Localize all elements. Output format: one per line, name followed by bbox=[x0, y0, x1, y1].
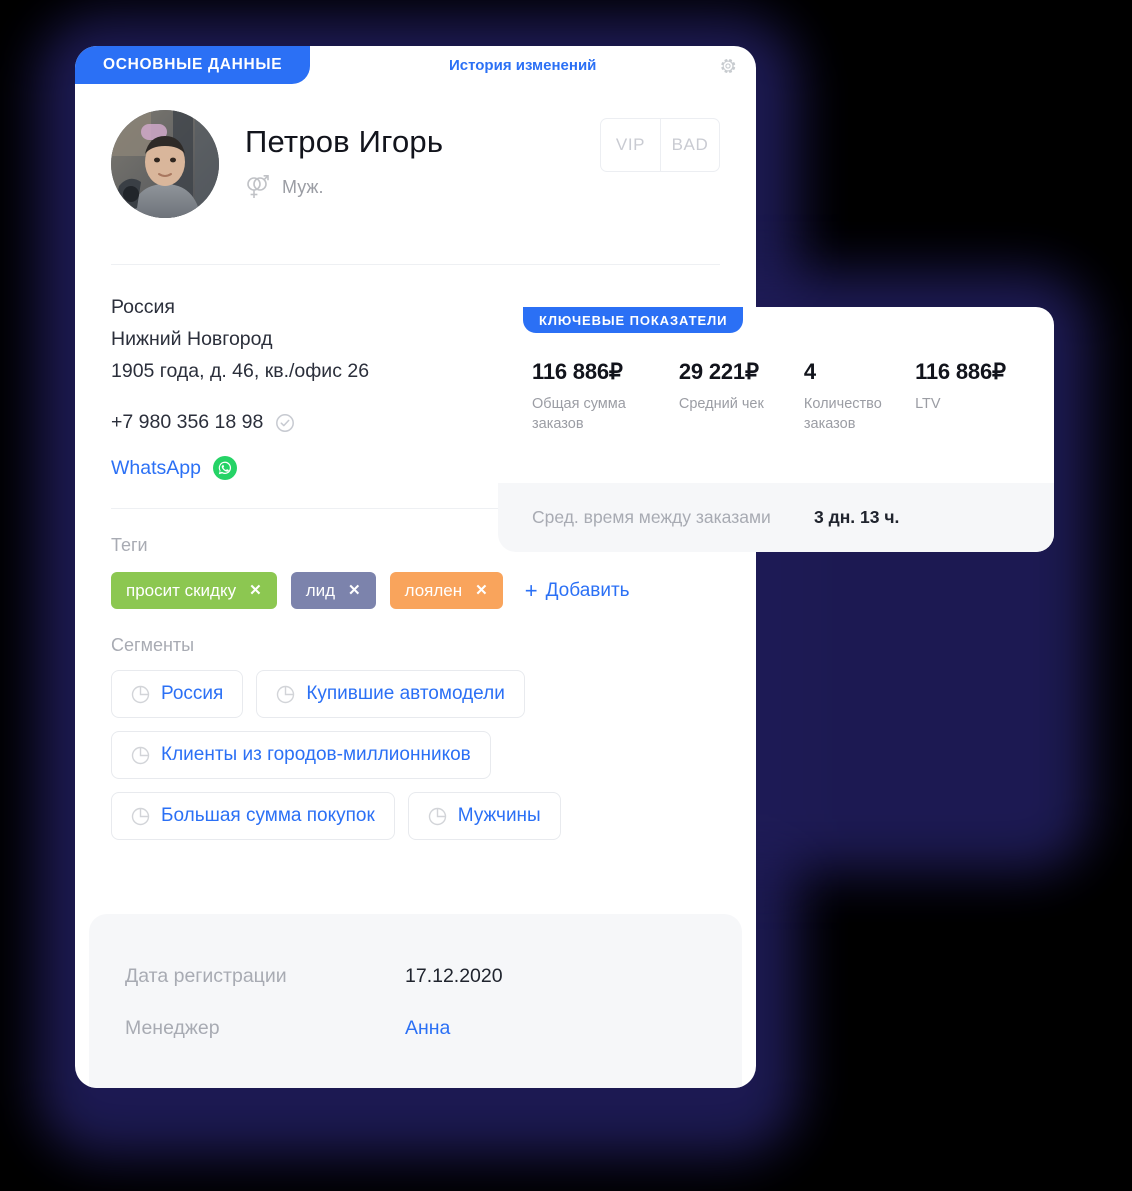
meta-key: Менеджер bbox=[125, 1016, 220, 1039]
tag-label: просит скидку bbox=[126, 580, 237, 600]
meta-row-manager: Менеджер Анна bbox=[89, 1002, 742, 1054]
segment-chip[interactable]: Клиенты из городов-миллионников bbox=[111, 731, 491, 779]
tag-label: лид bbox=[305, 580, 336, 600]
add-tag-label: Добавить bbox=[545, 579, 630, 601]
avatar bbox=[111, 110, 219, 218]
kpi-metric: 116 886₽ Общая сумма заказов bbox=[532, 359, 679, 434]
tag-label: лоялен bbox=[404, 580, 463, 600]
segment-row: Клиенты из городов-миллионников bbox=[111, 731, 720, 779]
segments-list: Россия Купившие автомодели Клиенты из го… bbox=[75, 656, 756, 840]
kpi-footer-key: Сред. время между заказами bbox=[532, 507, 771, 527]
client-card: ОСНОВНЫЕ ДАННЫЕ История изменений Петров… bbox=[75, 46, 756, 1088]
segment-label: Клиенты из городов-миллионников bbox=[161, 744, 471, 765]
tag-chip[interactable]: просит скидку ✕ bbox=[111, 572, 277, 609]
check-circle-icon bbox=[275, 413, 295, 433]
segment-row: Большая сумма покупок Мужчины bbox=[111, 792, 720, 840]
segment-label: Купившие автомодели bbox=[306, 683, 505, 704]
kpi-metric: 29 221₽ Средний чек bbox=[679, 359, 804, 434]
male-female-icon bbox=[245, 174, 269, 200]
meta-value-link[interactable]: Анна bbox=[405, 1017, 450, 1040]
kpi-value: 116 886₽ bbox=[532, 359, 623, 384]
tab-change-history[interactable]: История изменений bbox=[449, 46, 596, 84]
kpi-label: Общая сумма заказов bbox=[532, 396, 626, 432]
tags-list: просит скидку ✕ лид ✕ лоялен ✕ + Добавит… bbox=[75, 556, 756, 609]
profile-identity: Петров Игорь Муж. bbox=[245, 110, 443, 200]
segment-label: Мужчины bbox=[457, 805, 541, 826]
meta-key: Дата регистрации bbox=[125, 964, 287, 987]
whatsapp-link[interactable]: WhatsApp bbox=[111, 457, 201, 480]
gear-icon[interactable] bbox=[718, 56, 738, 76]
tag-chip[interactable]: лоялен ✕ bbox=[389, 572, 503, 609]
client-flags: VIP BAD bbox=[600, 118, 720, 172]
gender-label: Муж. bbox=[282, 176, 324, 197]
pie-chart-icon bbox=[131, 807, 150, 826]
kpi-value: 4 bbox=[803, 359, 816, 384]
close-icon[interactable]: ✕ bbox=[249, 583, 262, 598]
segment-label: Большая сумма покупок bbox=[161, 805, 375, 826]
kpi-metric: 4 Количество заказов bbox=[804, 359, 915, 434]
meta-footer: Дата регистрации 17.12.2020 Менеджер Анн… bbox=[89, 914, 742, 1088]
phone-number[interactable]: +7 980 356 18 98 bbox=[111, 411, 263, 434]
tab-bar: ОСНОВНЫЕ ДАННЫЕ История изменений bbox=[75, 46, 756, 90]
meta-value: 17.12.2020 bbox=[405, 964, 503, 987]
segment-chip[interactable]: Большая сумма покупок bbox=[111, 792, 395, 840]
segment-chip[interactable]: Мужчины bbox=[407, 792, 561, 840]
pie-chart-icon bbox=[131, 685, 150, 704]
screenshot-stage: ОСНОВНЫЕ ДАННЫЕ История изменений Петров… bbox=[0, 0, 1132, 1191]
plus-icon: + bbox=[524, 577, 538, 603]
page-title: Петров Игорь bbox=[245, 124, 444, 159]
pie-chart-icon bbox=[131, 746, 150, 765]
gender-row: Муж. bbox=[245, 174, 443, 200]
profile-header: Петров Игорь Муж. VIP BAD bbox=[75, 90, 756, 218]
close-icon[interactable]: ✕ bbox=[348, 583, 361, 598]
kpi-value: 116 886₽ bbox=[915, 359, 1006, 384]
flag-vip-button[interactable]: VIP bbox=[601, 119, 660, 171]
kpi-card: КЛЮЧЕВЫЕ ПОКАЗАТЕЛИ 116 886₽ Общая сумма… bbox=[498, 307, 1054, 552]
whatsapp-icon[interactable] bbox=[212, 456, 237, 480]
close-icon[interactable]: ✕ bbox=[475, 583, 488, 598]
tag-chip[interactable]: лид ✕ bbox=[290, 572, 376, 609]
segment-chip[interactable]: Россия bbox=[111, 670, 244, 718]
meta-row-registration: Дата регистрации 17.12.2020 bbox=[89, 950, 742, 1002]
kpi-label: LTV bbox=[915, 396, 941, 412]
segment-chip[interactable]: Купившие автомодели bbox=[256, 670, 525, 718]
segment-label: Россия bbox=[161, 683, 224, 704]
kpi-label: Количество заказов bbox=[803, 396, 882, 432]
segments-title: Сегменты bbox=[111, 635, 195, 655]
kpi-metric: 116 886₽ LTV bbox=[915, 359, 1054, 434]
kpi-value: 29 221₽ bbox=[678, 359, 759, 384]
add-tag-button[interactable]: + Добавить bbox=[525, 578, 630, 604]
kpi-footer-value: 3 дн. 13 ч. bbox=[814, 507, 900, 527]
pie-chart-icon bbox=[276, 685, 295, 704]
tab-main-data[interactable]: ОСНОВНЫЕ ДАННЫЕ bbox=[75, 46, 311, 84]
kpi-footer: Сред. время между заказами 3 дн. 13 ч. bbox=[498, 483, 1054, 552]
pie-chart-icon bbox=[428, 807, 447, 826]
kpi-label: Средний чек bbox=[678, 396, 764, 412]
kpi-badge: КЛЮЧЕВЫЕ ПОКАЗАТЕЛИ bbox=[523, 307, 744, 333]
flag-bad-button[interactable]: BAD bbox=[660, 119, 719, 171]
segment-row: Россия Купившие автомодели bbox=[111, 670, 720, 718]
